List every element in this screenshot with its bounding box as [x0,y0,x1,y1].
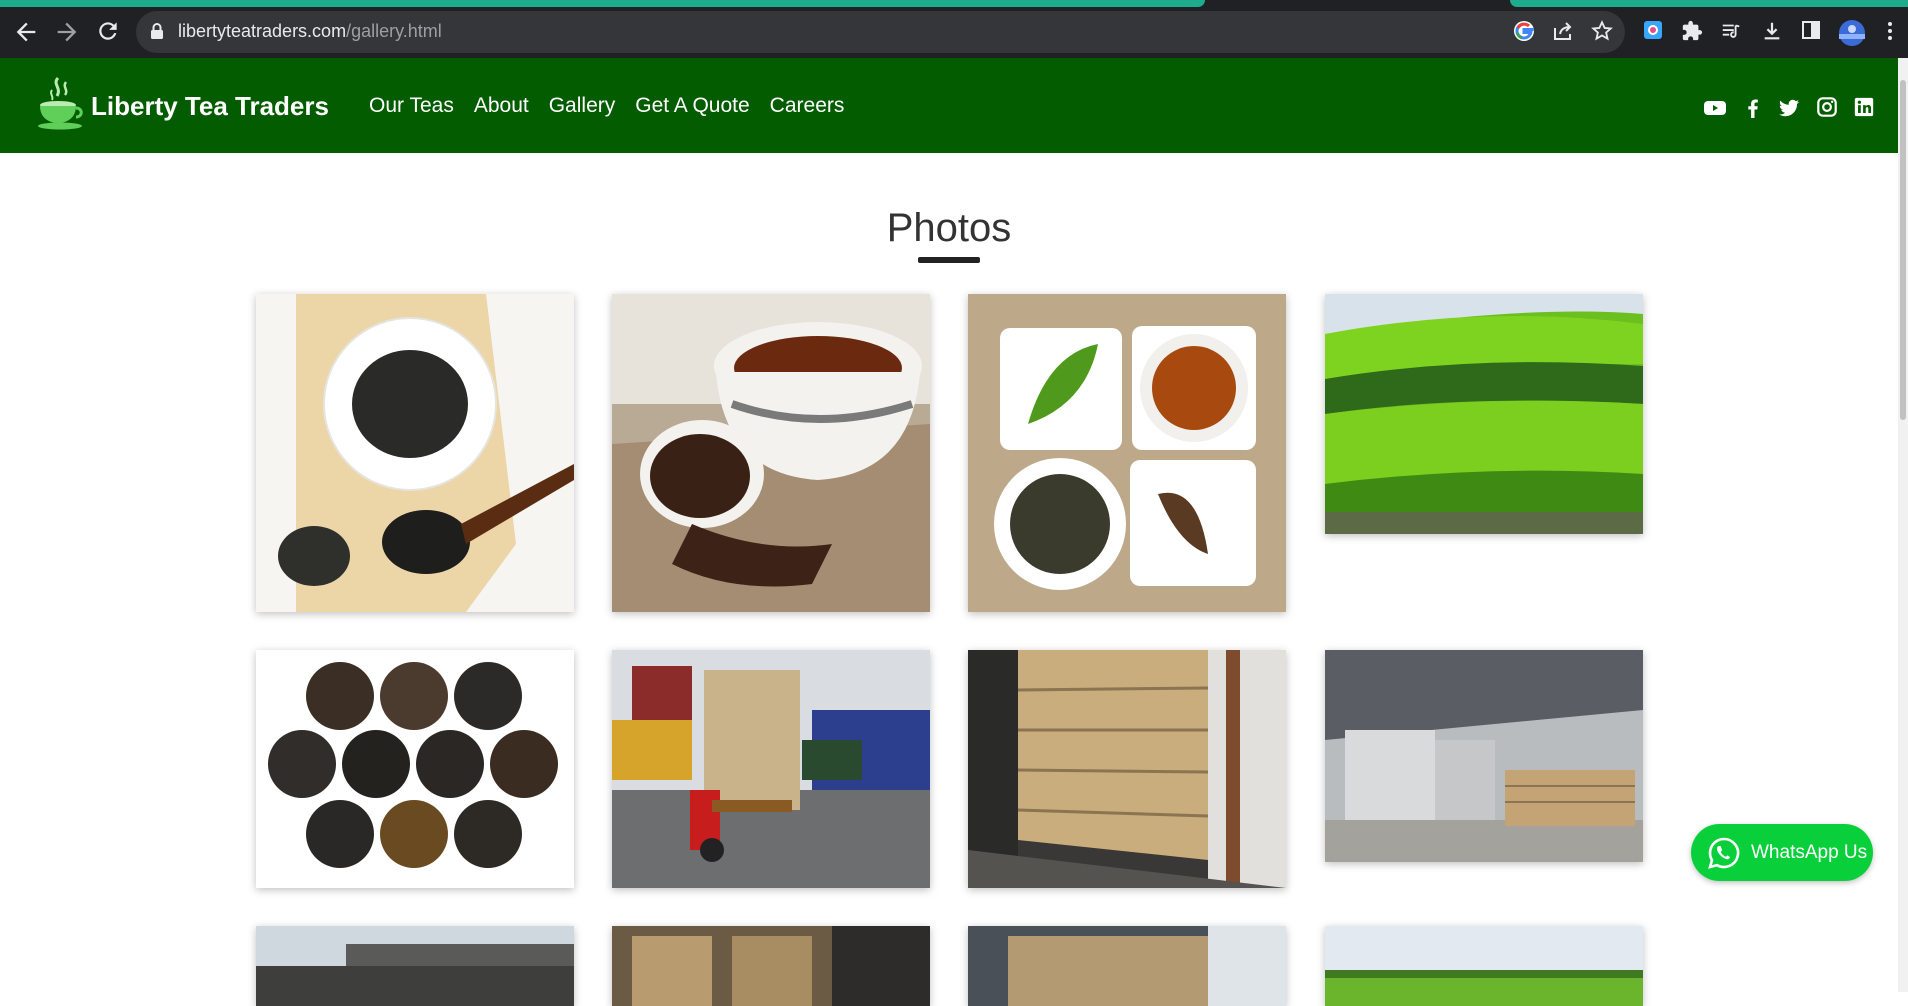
nav-careers[interactable]: Careers [770,94,845,118]
scrollbar-thumb[interactable] [1900,80,1906,420]
nav-about[interactable]: About [474,94,529,118]
page-title: Photos [886,206,1012,250]
gallery-photo-forklift-shipping[interactable] [612,650,930,888]
gallery-photo-truck-loading[interactable] [256,926,574,1006]
gallery-photo-tea-cup[interactable] [612,294,930,612]
site-header: Liberty Tea Traders Our Teas About Galle… [0,58,1898,153]
title-underline [918,257,980,263]
nav-get-a-quote[interactable]: Get A Quote [635,94,749,118]
google-icon[interactable] [1512,20,1536,44]
nav-our-teas[interactable]: Our Teas [369,94,454,118]
profile-avatar[interactable] [1839,20,1865,46]
gallery-photo-tea-stages[interactable] [968,294,1286,612]
active-tab-indicator [0,0,1205,7]
tab-indicator-right [1510,0,1908,7]
lock-icon [150,22,164,40]
side-panel-icon[interactable] [1799,20,1823,44]
facebook-icon[interactable] [1741,96,1767,120]
whatsapp-button[interactable]: WhatsApp Us [1691,824,1873,881]
bookmark-star-icon[interactable] [1590,20,1614,44]
share-icon[interactable] [1551,20,1575,44]
gallery-photo-factory-interior[interactable] [1325,650,1643,862]
url-text[interactable]: libertyteatraders.com/gallery.html [178,21,442,42]
extension-app-icon[interactable] [1641,20,1665,44]
download-icon[interactable] [1760,20,1784,44]
chrome-menu-icon[interactable] [1878,20,1902,44]
whatsapp-label: WhatsApp Us [1751,841,1868,863]
instagram-icon[interactable] [1816,96,1842,120]
forward-icon[interactable] [53,18,81,46]
gallery-photo-warehouse-shelves[interactable] [612,926,930,1006]
youtube-icon[interactable] [1703,96,1729,120]
gallery-photo-loose-leaf-tea-bowl[interactable] [256,294,574,612]
tea-cup-logo-icon[interactable] [36,76,86,132]
url-path: /gallery.html [346,21,442,41]
linkedin-icon[interactable] [1853,96,1879,120]
gallery-photo-tea-grades[interactable] [256,650,574,888]
reload-icon[interactable] [94,18,122,46]
main-nav: Our Teas About Gallery Get A Quote Caree… [369,94,844,118]
back-icon[interactable] [12,18,40,46]
extensions-puzzle-icon[interactable] [1680,20,1704,44]
url-domain: libertyteatraders.com [178,21,347,41]
media-control-icon[interactable] [1719,20,1743,44]
nav-gallery[interactable]: Gallery [549,94,616,118]
whatsapp-icon [1707,836,1741,870]
gallery-photo-tea-plantation[interactable] [1325,294,1643,534]
gallery-photo-warehouse-racks[interactable] [968,926,1286,1006]
twitter-icon[interactable] [1777,96,1803,120]
gallery-photo-green-field[interactable] [1325,926,1643,1006]
brand-name[interactable]: Liberty Tea Traders [91,91,329,122]
browser-chrome: libertyteatraders.com/gallery.html [0,0,1908,58]
gallery-photo-warehouse-sacks[interactable] [968,650,1286,888]
